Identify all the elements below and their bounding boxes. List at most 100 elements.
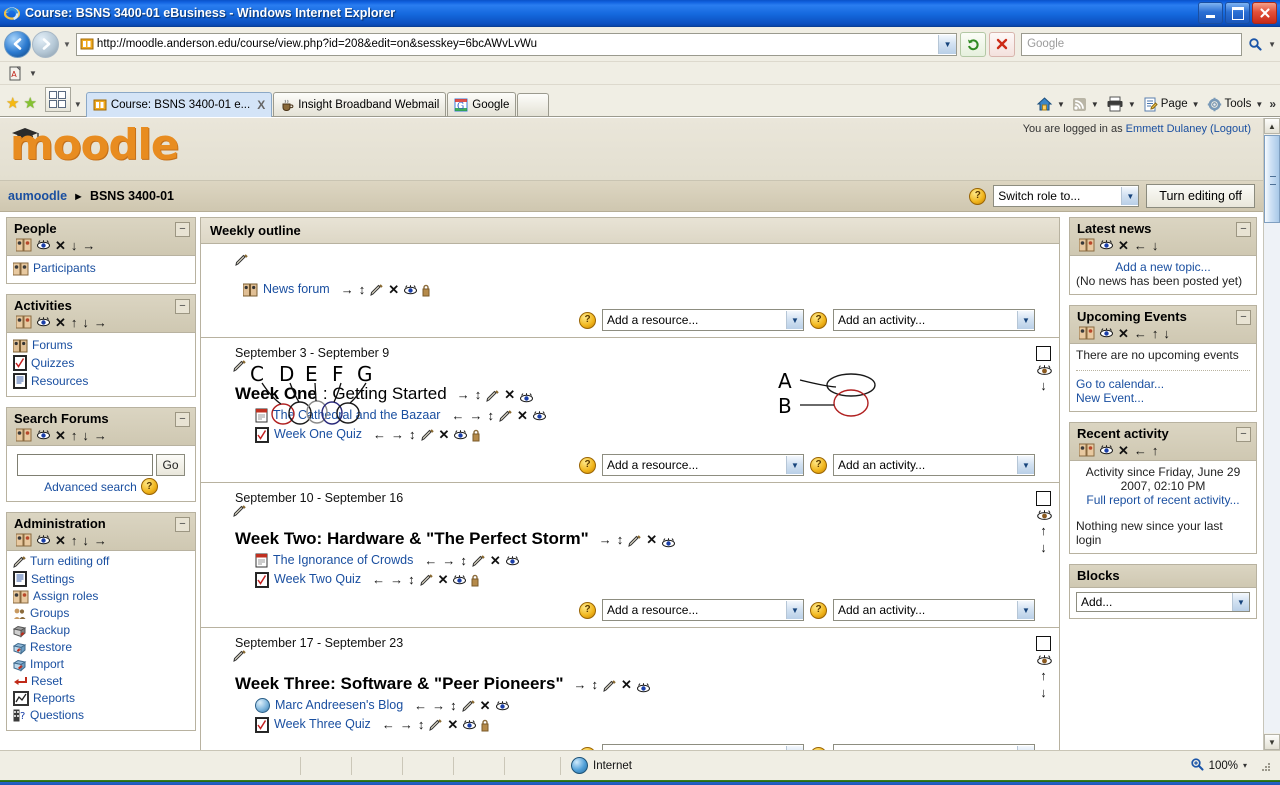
list-item[interactable]: Groups — [13, 605, 189, 622]
move-down-icon[interactable]: ↓ — [82, 534, 89, 547]
questions-link[interactable]: Questions — [30, 708, 84, 723]
delete-icon[interactable]: ✕ — [1118, 239, 1129, 252]
eye-icon[interactable] — [1037, 365, 1052, 375]
roles-icon[interactable] — [15, 315, 32, 329]
move-down-icon[interactable]: ↓ — [1152, 239, 1159, 252]
eye-icon[interactable] — [1037, 510, 1052, 520]
pencil-icon[interactable] — [420, 428, 434, 441]
print-button[interactable]: ▼ — [1106, 96, 1136, 112]
pencil-icon[interactable] — [461, 699, 475, 712]
eye-icon[interactable] — [1037, 655, 1052, 665]
move-down-icon[interactable]: ↓ — [82, 316, 89, 329]
pencil-icon[interactable] — [486, 388, 499, 402]
delete-icon[interactable]: ✕ — [646, 533, 657, 546]
delete-icon[interactable]: ✕ — [55, 239, 66, 252]
pencil-icon[interactable] — [370, 283, 383, 296]
go-to-calendar-link[interactable]: Go to calendar... — [1076, 377, 1164, 391]
move-updown-icon[interactable]: ↕ — [487, 409, 494, 422]
chevron-down-icon[interactable]: ▼ — [1121, 187, 1139, 205]
home-button[interactable]: ▼ — [1036, 96, 1065, 112]
eye-icon[interactable] — [463, 719, 477, 730]
pencil-icon[interactable] — [419, 573, 433, 586]
eye-icon[interactable] — [454, 429, 468, 440]
chevron-down-icon[interactable]: ▼ — [1232, 593, 1249, 611]
eye-icon[interactable] — [495, 700, 509, 711]
eye-icon[interactable] — [37, 430, 50, 440]
move-updown-icon[interactable]: ↕ — [592, 678, 599, 691]
add-resource-select[interactable]: Add a resource... ▼ — [602, 599, 804, 621]
roles-icon[interactable] — [1078, 443, 1095, 457]
move-updown-icon[interactable]: ↕ — [617, 533, 624, 546]
help-icon[interactable]: ? — [579, 746, 596, 750]
eye-icon[interactable] — [37, 240, 50, 250]
eye-icon[interactable] — [37, 535, 50, 545]
move-left-icon[interactable]: ← — [1134, 239, 1147, 252]
eye-icon[interactable] — [37, 317, 50, 327]
home-dropdown-icon[interactable]: ▼ — [1057, 100, 1065, 109]
list-item[interactable]: Resources — [13, 372, 189, 390]
move-updown-icon[interactable]: ↕ — [450, 699, 457, 712]
backup-link[interactable]: Backup — [30, 623, 70, 638]
move-right-icon[interactable]: → — [390, 573, 403, 586]
delete-icon[interactable]: ✕ — [55, 534, 66, 547]
forum-search-go-button[interactable]: Go — [156, 454, 185, 476]
checkbox-icon[interactable] — [1036, 346, 1051, 361]
delete-icon[interactable]: ✕ — [55, 316, 66, 329]
zoom-dropdown-icon[interactable]: ▾ — [1243, 761, 1247, 770]
address-dropdown-icon[interactable]: ▼ — [938, 34, 957, 54]
reports-link[interactable]: Reports — [33, 691, 75, 706]
user-profile-link[interactable]: Emmett Dulaney — [1126, 123, 1207, 135]
participants-link[interactable]: Participants — [33, 261, 96, 276]
list-item[interactable]: Backup — [12, 622, 189, 639]
maximize-button[interactable] — [1225, 2, 1250, 24]
help-icon[interactable]: ? — [810, 601, 827, 619]
minimize-button[interactable] — [1198, 2, 1223, 24]
search-icon[interactable] — [1244, 33, 1266, 56]
add-activity-select[interactable]: Add an activity... ▼ — [833, 454, 1035, 476]
list-item[interactable]: Settings — [13, 570, 189, 588]
lock-icon[interactable] — [471, 574, 479, 586]
roles-icon[interactable] — [15, 238, 32, 252]
restore-link[interactable]: Restore — [30, 640, 72, 655]
move-updown-icon[interactable]: ↕ — [409, 428, 416, 441]
move-up-icon[interactable]: ↑ — [1040, 669, 1047, 682]
help-icon[interactable]: ? — [579, 456, 596, 474]
collapse-icon[interactable]: − — [1236, 222, 1251, 237]
delete-icon[interactable]: ✕ — [621, 678, 632, 691]
help-icon[interactable]: ? — [140, 478, 158, 495]
move-updown-icon[interactable]: ↕ — [418, 718, 425, 731]
pencil-icon[interactable] — [233, 360, 246, 372]
tools-dropdown-icon[interactable]: ▼ — [1255, 100, 1263, 109]
breadcrumb-root[interactable]: aumoodle — [8, 189, 67, 203]
chevron-down-icon[interactable]: ▼ — [786, 311, 803, 329]
reset-link[interactable]: Reset — [31, 674, 62, 689]
move-updown-icon[interactable]: ↕ — [475, 388, 482, 401]
history-dropdown-icon[interactable]: ▼ — [63, 40, 71, 49]
move-down-icon[interactable]: ↓ — [1163, 327, 1170, 340]
list-item[interactable]: Reports — [13, 690, 189, 707]
add-activity-select[interactable]: Add an activity... ▼ — [833, 599, 1035, 621]
move-updown-icon[interactable]: ↕ — [359, 283, 366, 296]
pencil-icon[interactable] — [429, 718, 443, 731]
move-left-icon[interactable]: ← — [373, 428, 386, 441]
delete-icon[interactable]: ✕ — [504, 388, 515, 401]
help-icon[interactable]: ? — [579, 311, 596, 329]
move-down-icon[interactable]: ↓ — [71, 239, 78, 252]
toolbar-overflow-icon[interactable]: » — [1269, 97, 1276, 111]
move-down-icon[interactable]: ↓ — [1040, 541, 1047, 554]
lock-icon[interactable] — [422, 284, 430, 296]
list-item[interactable]: Import — [12, 656, 189, 673]
pencil-icon[interactable] — [499, 409, 512, 422]
move-up-icon[interactable]: ↑ — [1040, 524, 1047, 537]
roles-icon[interactable] — [1078, 238, 1095, 252]
logout-link[interactable]: (Logout) — [1210, 123, 1251, 135]
chevron-down-icon[interactable]: ▼ — [1017, 601, 1034, 619]
address-bar[interactable]: http://moodle.anderson.edu/course/view.p… — [75, 32, 958, 56]
list-item[interactable]: Forums — [12, 337, 189, 354]
page-menu-button[interactable]: Page ▼ — [1143, 97, 1200, 112]
move-right-icon[interactable]: → — [469, 409, 482, 422]
roles-icon[interactable] — [15, 533, 32, 547]
scrollbar-thumb[interactable] — [1264, 135, 1280, 223]
resource-link[interactable]: The Ignorance of Crowds — [273, 552, 413, 569]
import-link[interactable]: Import — [30, 657, 64, 672]
